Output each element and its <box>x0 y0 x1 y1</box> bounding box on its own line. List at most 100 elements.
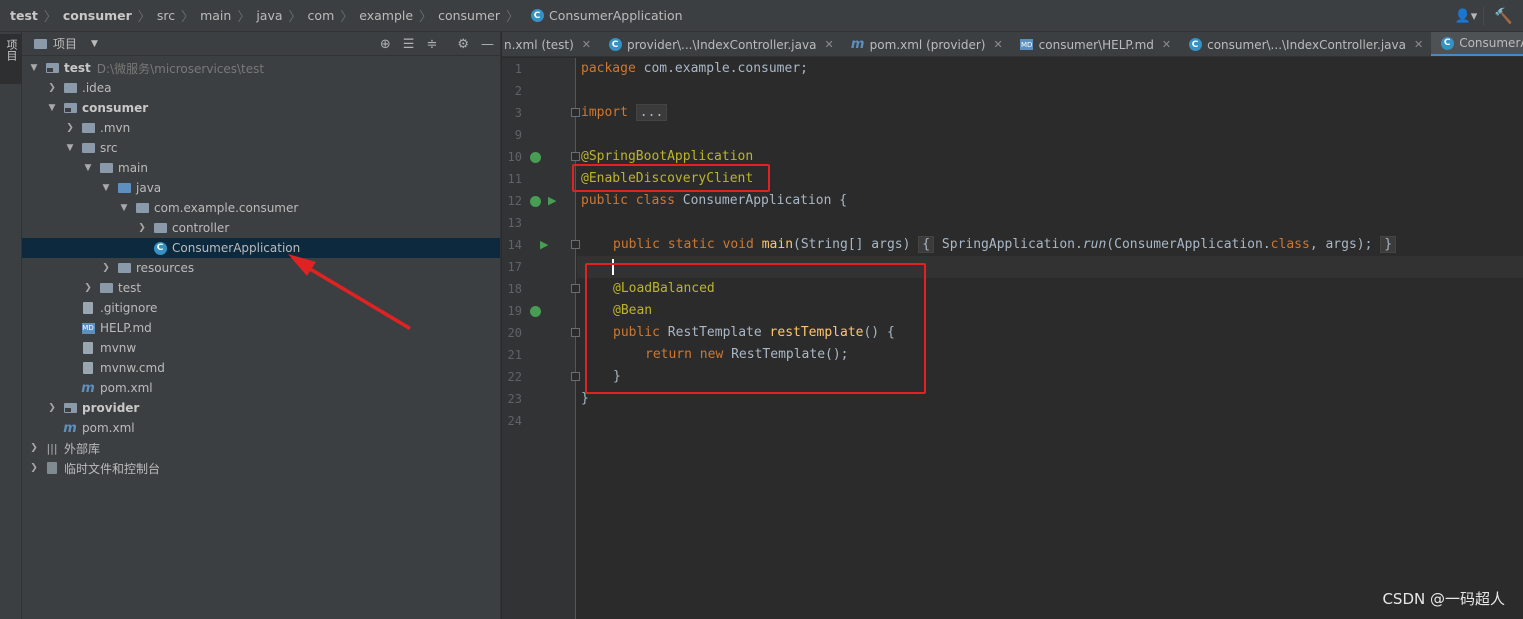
chevron-down-icon[interactable]: ▼ <box>82 163 94 173</box>
fold-icon[interactable] <box>571 240 580 249</box>
chevron-down-icon[interactable]: ▼ <box>46 103 58 113</box>
bean-gutter-icon[interactable] <box>530 196 541 207</box>
code-line: public class ConsumerApplication { <box>581 190 847 212</box>
collapse-all-icon[interactable]: ≑ <box>420 37 443 52</box>
bean-gutter-icon[interactable] <box>530 306 541 317</box>
locate-icon[interactable]: ⊕ <box>374 37 397 52</box>
chevron-down-icon[interactable]: ▼ <box>100 183 112 193</box>
chevron-right-icon[interactable]: ❯ <box>82 283 94 293</box>
tree-item-pom-consumer[interactable]: m pom.xml <box>22 378 500 398</box>
tree-item-mvnw-cmd[interactable]: mvnw.cmd <box>22 358 500 378</box>
close-icon[interactable]: ✕ <box>824 38 833 51</box>
bean-gutter-icon[interactable] <box>530 152 541 163</box>
run-icon[interactable]: ▶ <box>548 194 556 207</box>
line-number: 17 <box>507 260 522 274</box>
breadcrumb-consumer[interactable]: consumer <box>63 8 132 23</box>
file-icon <box>80 361 96 375</box>
close-icon[interactable]: ✕ <box>1162 38 1171 51</box>
chevron-right-icon[interactable]: ❯ <box>46 83 58 93</box>
folder-icon <box>98 161 114 175</box>
tab-provider-index-controller[interactable]: C provider\...\IndexController.java ✕ <box>599 32 842 56</box>
project-tool-tab[interactable]: 项目 <box>0 34 22 84</box>
tab-pom-provider[interactable]: m pom.xml (provider) ✕ <box>842 32 1011 56</box>
fold-icon[interactable] <box>571 152 580 161</box>
tree-item-label: com.example.consumer <box>154 201 299 215</box>
tree-item-idea[interactable]: ❯ .idea <box>22 78 500 98</box>
chevron-right-icon[interactable]: ❯ <box>46 403 58 413</box>
tree-item-package[interactable]: ▼ com.example.consumer <box>22 198 500 218</box>
breadcrumb-consumer-application[interactable]: ConsumerApplication <box>549 8 683 23</box>
fold-icon[interactable] <box>571 284 580 293</box>
library-icon: ||| <box>46 441 58 455</box>
folded-brace[interactable]: { <box>918 236 935 253</box>
breadcrumb-consumer-package[interactable]: consumer <box>438 8 500 23</box>
breadcrumb-java[interactable]: java <box>256 8 282 23</box>
tree-item-src[interactable]: ▼ src <box>22 138 500 158</box>
folder-icon <box>62 81 78 95</box>
folder-icon <box>80 121 96 135</box>
tab-consumer-application[interactable]: C ConsumerApplica <box>1431 32 1523 56</box>
breadcrumb-com[interactable]: com <box>308 8 335 23</box>
tree-item-label: .mvn <box>100 121 131 135</box>
tab-label: provider\...\IndexController.java <box>627 37 817 52</box>
tree-item-consumer[interactable]: ▼ consumer <box>22 98 500 118</box>
chevron-down-icon[interactable]: ▼ <box>118 203 130 213</box>
chevron-down-icon[interactable]: ▼ <box>91 39 98 49</box>
tab-help-md[interactable]: MD consumer\HELP.md ✕ <box>1011 32 1179 56</box>
tree-item-resources[interactable]: ❯ resources <box>22 258 500 278</box>
tree-item-label: pom.xml <box>82 421 135 435</box>
tree-item-label: resources <box>136 261 195 275</box>
maven-icon: m <box>81 380 95 396</box>
tree-item-controller[interactable]: ❯ controller <box>22 218 500 238</box>
chevron-right-icon[interactable]: ❯ <box>136 223 148 233</box>
close-icon[interactable]: ✕ <box>993 38 1002 51</box>
tree-item-external-libraries[interactable]: ❯ ||| 外部库 <box>22 438 500 458</box>
close-icon[interactable]: ✕ <box>1414 38 1423 51</box>
tree-item-label: java <box>136 181 162 195</box>
chevron-right-icon[interactable]: ❯ <box>100 263 112 273</box>
tab-consumer-index-controller[interactable]: C consumer\...\IndexController.java ✕ <box>1179 32 1431 56</box>
breadcrumb-test[interactable]: test <box>10 8 38 23</box>
maven-icon: m <box>850 37 865 52</box>
tree-item-test[interactable]: ❯ test <box>22 278 500 298</box>
minimize-icon[interactable]: — <box>475 37 500 52</box>
run-icon[interactable]: ▶ <box>540 238 548 251</box>
tree-item-consumer-application[interactable]: C ConsumerApplication <box>22 238 500 258</box>
chevron-right-icon[interactable]: ❯ <box>64 123 76 133</box>
user-icon[interactable]: 👤▾ <box>1449 9 1484 24</box>
fold-icon[interactable] <box>571 328 580 337</box>
tree-item-java[interactable]: ▼ java <box>22 178 500 198</box>
chevron-down-icon[interactable]: ▼ <box>28 63 40 73</box>
tree-item-gitignore[interactable]: .gitignore <box>22 298 500 318</box>
chevron-right-icon[interactable]: ❯ <box>28 443 40 453</box>
fold-icon[interactable] <box>571 372 580 381</box>
gear-icon[interactable]: ⚙ <box>451 37 475 52</box>
class-icon: C <box>1439 36 1455 50</box>
breadcrumb-main[interactable]: main <box>200 8 231 23</box>
project-panel-title[interactable]: 项目 <box>53 35 77 52</box>
tree-item-scratches[interactable]: ❯ 临时文件和控制台 <box>22 458 500 478</box>
breadcrumb-example[interactable]: example <box>359 8 413 23</box>
fold-icon[interactable] <box>571 108 580 117</box>
folded-imports[interactable]: ... <box>635 104 668 121</box>
tree-item-main[interactable]: ▼ main <box>22 158 500 178</box>
tree-item-provider[interactable]: ❯ provider <box>22 398 500 418</box>
code-token: public class <box>581 193 675 208</box>
chevron-right-icon[interactable]: ❯ <box>28 463 40 473</box>
tab-pom-test[interactable]: n.xml (test) ✕ <box>502 32 599 56</box>
class-icon: C <box>607 38 623 52</box>
tree-item-mvn[interactable]: ❯ .mvn <box>22 118 500 138</box>
chevron-down-icon[interactable]: ▼ <box>64 143 76 153</box>
module-folder-icon <box>62 401 78 415</box>
tree-item-help-md[interactable]: MD HELP.md <box>22 318 500 338</box>
tree-item-pom-root[interactable]: m pom.xml <box>22 418 500 438</box>
close-icon[interactable]: ✕ <box>582 38 591 51</box>
resources-folder-icon <box>116 261 132 275</box>
line-number: 14 <box>507 238 522 252</box>
breadcrumb-src[interactable]: src <box>157 8 175 23</box>
tree-item-mvnw[interactable]: mvnw <box>22 338 500 358</box>
build-hammer-icon[interactable]: 🔨 <box>1483 7 1523 25</box>
expand-all-icon[interactable]: ☰ <box>397 37 421 52</box>
tree-item-test-root[interactable]: ▼ test D:\微服务\microservices\test <box>22 58 500 78</box>
folded-brace[interactable]: } <box>1380 236 1397 253</box>
